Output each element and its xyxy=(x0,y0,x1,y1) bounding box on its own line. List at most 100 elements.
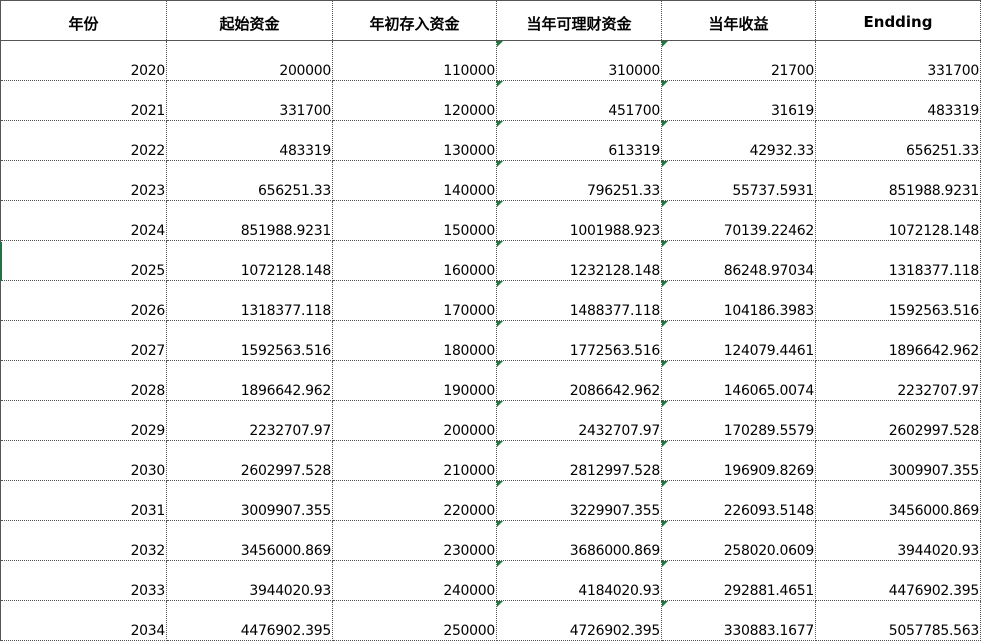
ending-cell[interactable]: 656251.33 xyxy=(815,120,981,161)
year-cell[interactable]: 2022 xyxy=(0,120,167,161)
year-cell[interactable]: 2023 xyxy=(0,160,167,201)
ending-cell[interactable]: 3009907.355 xyxy=(815,440,981,481)
return-cell[interactable]: 70139.22462 xyxy=(661,200,816,241)
return-cell[interactable]: 170289.5579 xyxy=(661,400,816,441)
investable-cell[interactable]: 3229907.355 xyxy=(496,480,662,521)
ending-cell[interactable]: 5057785.563 xyxy=(815,600,981,641)
year-cell[interactable]: 2033 xyxy=(0,560,167,601)
header-year[interactable]: 年份 xyxy=(0,0,167,41)
investable-cell[interactable]: 1488377.118 xyxy=(496,280,662,321)
year-cell[interactable]: 2026 xyxy=(0,280,167,321)
deposit-cell[interactable]: 130000 xyxy=(332,120,497,161)
deposit-cell[interactable]: 190000 xyxy=(332,360,497,401)
ending-cell[interactable]: 1592563.516 xyxy=(815,280,981,321)
year-cell[interactable]: 2032 xyxy=(0,520,167,561)
year-cell[interactable]: 2021 xyxy=(0,80,167,121)
start-capital-cell[interactable]: 3009907.355 xyxy=(166,480,333,521)
start-capital-cell[interactable]: 656251.33 xyxy=(166,160,333,201)
return-cell[interactable]: 124079.4461 xyxy=(661,320,816,361)
header-investable-capital[interactable]: 当年可理财资金 xyxy=(496,0,662,41)
start-capital-cell[interactable]: 3944020.93 xyxy=(166,560,333,601)
investable-cell[interactable]: 3686000.869 xyxy=(496,520,662,561)
investable-cell[interactable]: 2086642.962 xyxy=(496,360,662,401)
start-capital-cell[interactable]: 851988.9231 xyxy=(166,200,333,241)
investable-cell[interactable]: 1772563.516 xyxy=(496,320,662,361)
header-ending[interactable]: Endding xyxy=(815,0,981,41)
investable-cell[interactable]: 310000 xyxy=(496,40,662,81)
ending-cell[interactable]: 2232707.97 xyxy=(815,360,981,401)
ending-cell[interactable]: 1318377.118 xyxy=(815,240,981,281)
year-cell[interactable]: 2034 xyxy=(0,600,167,641)
start-capital-cell[interactable]: 4476902.395 xyxy=(166,600,333,641)
return-cell[interactable]: 21700 xyxy=(661,40,816,81)
start-capital-cell[interactable]: 1592563.516 xyxy=(166,320,333,361)
header-annual-return[interactable]: 当年收益 xyxy=(661,0,816,41)
return-cell[interactable]: 42932.33 xyxy=(661,120,816,161)
year-cell[interactable]: 2031 xyxy=(0,480,167,521)
return-cell[interactable]: 226093.5148 xyxy=(661,480,816,521)
start-capital-cell[interactable]: 2232707.97 xyxy=(166,400,333,441)
ending-cell[interactable]: 851988.9231 xyxy=(815,160,981,201)
ending-cell[interactable]: 3456000.869 xyxy=(815,480,981,521)
deposit-cell[interactable]: 150000 xyxy=(332,200,497,241)
ending-cell[interactable]: 2602997.528 xyxy=(815,400,981,441)
start-capital-cell[interactable]: 1318377.118 xyxy=(166,280,333,321)
start-capital-cell[interactable]: 1896642.962 xyxy=(166,360,333,401)
investable-cell[interactable]: 4184020.93 xyxy=(496,560,662,601)
investable-cell[interactable]: 2432707.97 xyxy=(496,400,662,441)
return-cell[interactable]: 146065.0074 xyxy=(661,360,816,401)
return-cell[interactable]: 258020.0609 xyxy=(661,520,816,561)
deposit-cell[interactable]: 250000 xyxy=(332,600,497,641)
start-capital-cell[interactable]: 200000 xyxy=(166,40,333,81)
deposit-cell[interactable]: 180000 xyxy=(332,320,497,361)
return-cell[interactable]: 31619 xyxy=(661,80,816,121)
ending-cell[interactable]: 331700 xyxy=(815,40,981,81)
start-capital-cell[interactable]: 1072128.148 xyxy=(166,240,333,281)
investable-cell[interactable]: 2812997.528 xyxy=(496,440,662,481)
deposit-cell[interactable]: 110000 xyxy=(332,40,497,81)
year-cell[interactable]: 2030 xyxy=(0,440,167,481)
header-start-capital[interactable]: 起始资金 xyxy=(166,0,333,41)
return-cell[interactable]: 86248.97034 xyxy=(661,240,816,281)
return-cell[interactable]: 196909.8269 xyxy=(661,440,816,481)
return-cell[interactable]: 55737.5931 xyxy=(661,160,816,201)
year-cell[interactable]: 2020 xyxy=(0,40,167,81)
start-capital-cell[interactable]: 483319 xyxy=(166,120,333,161)
ending-cell[interactable]: 1072128.148 xyxy=(815,200,981,241)
start-capital-cell[interactable]: 2602997.528 xyxy=(166,440,333,481)
year-cell[interactable]: 2028 xyxy=(0,360,167,401)
return-cell[interactable]: 104186.3983 xyxy=(661,280,816,321)
start-capital-cell[interactable]: 3456000.869 xyxy=(166,520,333,561)
cell-value: 196909.8269 xyxy=(723,463,815,479)
header-annual-deposit[interactable]: 年初存入资金 xyxy=(332,0,497,41)
deposit-cell[interactable]: 210000 xyxy=(332,440,497,481)
investable-cell[interactable]: 451700 xyxy=(496,80,662,121)
deposit-cell[interactable]: 240000 xyxy=(332,560,497,601)
start-capital-cell[interactable]: 331700 xyxy=(166,80,333,121)
deposit-cell[interactable]: 140000 xyxy=(332,160,497,201)
return-cell[interactable]: 330883.1677 xyxy=(661,600,816,641)
investable-cell[interactable]: 4726902.395 xyxy=(496,600,662,641)
year-cell[interactable]: 2029 xyxy=(0,400,167,441)
ending-cell[interactable]: 3944020.93 xyxy=(815,520,981,561)
year-cell[interactable]: 2024 xyxy=(0,200,167,241)
deposit-cell[interactable]: 160000 xyxy=(332,240,497,281)
investable-cell[interactable]: 796251.33 xyxy=(496,160,662,201)
year-cell[interactable]: 2027 xyxy=(0,320,167,361)
ending-cell[interactable]: 1896642.962 xyxy=(815,320,981,361)
investable-cell[interactable]: 613319 xyxy=(496,120,662,161)
cell-value: 160000 xyxy=(443,263,495,279)
deposit-cell[interactable]: 120000 xyxy=(332,80,497,121)
cell-value: 1488377.118 xyxy=(569,303,661,319)
deposit-cell[interactable]: 170000 xyxy=(332,280,497,321)
investable-cell[interactable]: 1232128.148 xyxy=(496,240,662,281)
return-cell[interactable]: 292881.4651 xyxy=(661,560,816,601)
ending-cell[interactable]: 4476902.395 xyxy=(815,560,981,601)
year-cell[interactable]: 2025 xyxy=(0,240,167,281)
deposit-cell[interactable]: 230000 xyxy=(332,520,497,561)
cell-value: 1772563.516 xyxy=(569,343,661,359)
investable-cell[interactable]: 1001988.923 xyxy=(496,200,662,241)
ending-cell[interactable]: 483319 xyxy=(815,80,981,121)
deposit-cell[interactable]: 220000 xyxy=(332,480,497,521)
deposit-cell[interactable]: 200000 xyxy=(332,400,497,441)
